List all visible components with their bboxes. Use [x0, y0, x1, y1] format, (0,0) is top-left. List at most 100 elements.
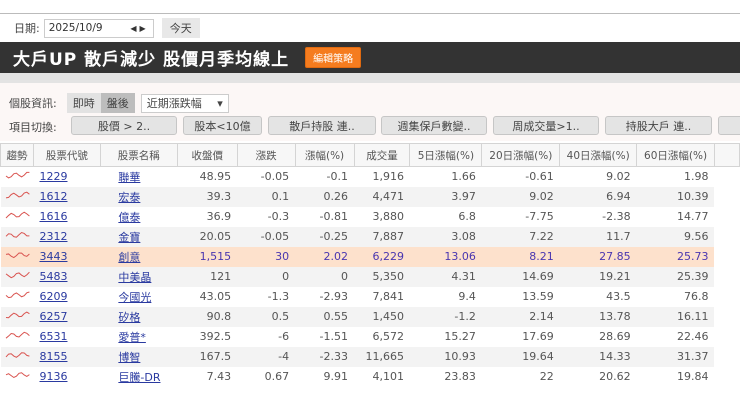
- sparkline-icon: [6, 172, 30, 179]
- table-row[interactable]: 6257 矽格 90.8 0.5 0.55 1,450 -1.2 2.14 13.78 16.11: [0, 306, 740, 327]
- trend-sparkline[interactable]: [0, 266, 34, 287]
- table-row[interactable]: 2312 金寶 20.05 -0.05 -0.25 7,887 3.08 7.22 11.7 9.…: [0, 226, 740, 247]
- trend-sparkline[interactable]: [0, 246, 34, 267]
- table-row[interactable]: 5483 中美晶 121 0 0 5,350 4.31 14.69 19.21 25.39: [0, 266, 740, 287]
- stock-code-link[interactable]: 2312: [39, 230, 67, 243]
- close-price-cell: 43.05: [199, 290, 232, 303]
- stock-code-link[interactable]: 8155: [39, 350, 67, 363]
- stock-code-link[interactable]: 3443: [39, 250, 67, 263]
- stock-code-link[interactable]: 5483: [39, 270, 67, 283]
- trend-sparkline[interactable]: [0, 186, 34, 207]
- change-5d-cell: 10.93: [409, 346, 482, 367]
- volume-cell: 11,665: [354, 346, 410, 367]
- volume-cell: 1,450: [354, 306, 410, 327]
- trend-sparkline[interactable]: [1, 327, 34, 347]
- trend-sparkline[interactable]: [1, 367, 34, 387]
- change-60d-cell: 76.8: [683, 290, 709, 303]
- stock-code-link[interactable]: 6209: [39, 290, 67, 303]
- stock-name-link[interactable]: 聯華: [118, 171, 140, 184]
- filter-button[interactable]: 股價 > 2..: [71, 116, 177, 135]
- sparkline-icon: [6, 311, 31, 319]
- filter-button[interactable]: 持股大戶 連..: [605, 116, 712, 135]
- edit-strategy-button[interactable]: 編輯策略: [305, 47, 362, 68]
- close-price-cell: 39.3: [177, 186, 238, 207]
- trend-sparkline[interactable]: [1, 207, 34, 227]
- trend-sparkline[interactable]: [0, 346, 34, 367]
- filter-button[interactable]: 週集保戶數變..: [381, 116, 487, 135]
- stock-name-link[interactable]: 億泰: [118, 211, 140, 224]
- change-20d-cell: 2.14: [481, 306, 560, 327]
- change-pct-cell: 0.26: [295, 186, 355, 207]
- change-cell: 0.67: [264, 370, 290, 383]
- filter-button[interactable]: 股本<10億: [183, 116, 262, 135]
- change-5d-cell: -1.2: [409, 306, 482, 327]
- column-header[interactable]: 60日漲幅(%): [636, 143, 715, 167]
- table-row[interactable]: 6209 今國光 43.05 -1.3 -2.93 7,841 9.4 13.59 43.5 76…: [1, 286, 740, 307]
- filter-button[interactable]: 散戶持股 連..: [268, 116, 376, 135]
- table-row[interactable]: 1616 億泰 36.9 -0.3 -0.81 3,880 6.8 -7.75 -2.38 14.…: [1, 206, 740, 227]
- change-40d-cell: 13.78: [559, 306, 637, 327]
- filter-button[interactable]: 周成交量>1..: [493, 116, 599, 135]
- column-header[interactable]: 股票名稱: [99, 143, 178, 167]
- change-20d-cell: 7.22: [481, 226, 560, 247]
- table-row[interactable]: 8155 博智 167.5 -4 -2.33 11,665 10.93 19.64 14.33 3…: [0, 346, 740, 367]
- stock-name-link[interactable]: 中美晶: [118, 271, 151, 284]
- column-header[interactable]: 20日漲幅(%): [481, 143, 561, 167]
- sparkline-icon: [6, 372, 31, 379]
- stock-name-link[interactable]: 巨騰-DR: [118, 371, 160, 384]
- close-price-cell: 121: [177, 266, 238, 287]
- change-cell: 0.5: [237, 306, 296, 327]
- stock-code-link[interactable]: 9136: [39, 370, 67, 383]
- stock-code-link[interactable]: 6531: [39, 330, 67, 343]
- period-select[interactable]: 近期漲跌幅 ▾: [140, 93, 229, 113]
- today-button[interactable]: 今天: [161, 18, 200, 38]
- change-5d-cell: 6.8: [458, 210, 476, 223]
- stock-code-link[interactable]: 1616: [39, 210, 67, 223]
- column-header[interactable]: 5日漲幅(%): [409, 143, 483, 167]
- realtime-toggle[interactable]: 即時: [66, 93, 101, 113]
- empty-cell: [714, 326, 740, 347]
- stock-code-link[interactable]: 6257: [39, 310, 67, 323]
- change-20d-cell: 9.02: [481, 186, 560, 207]
- stock-name-link[interactable]: 博智: [118, 351, 140, 364]
- date-input[interactable]: 2025/10/9 ◀▶: [43, 18, 154, 38]
- volume-cell: 1,916: [372, 170, 404, 184]
- change-40d-cell: 43.5: [606, 290, 631, 303]
- column-header[interactable]: 股票代號: [32, 143, 101, 167]
- date-stepper-icon[interactable]: ◀▶: [130, 24, 148, 33]
- stock-name-link[interactable]: 創意: [118, 251, 140, 264]
- trend-sparkline[interactable]: [1, 167, 34, 187]
- volume-cell: 7,887: [354, 226, 410, 247]
- column-header[interactable]: 40日漲幅(%): [559, 143, 638, 167]
- column-header[interactable]: 趨勢: [0, 143, 34, 167]
- stock-code-link[interactable]: 1229: [39, 170, 67, 183]
- column-header[interactable]: 漲幅(%): [294, 143, 355, 167]
- table-row[interactable]: 1612 宏泰 39.3 0.1 0.26 4,471 3.97 9.02 6.94 10.39: [0, 186, 740, 207]
- empty-cell: [714, 306, 740, 327]
- table-row[interactable]: 6531 愛普* 392.5 -6 -1.51 6,572 15.27 17.69 28.69 2…: [1, 326, 740, 347]
- table-row[interactable]: 3443 創意 1,515 30 2.02 6,229 13.06 8.21 27.85 25.7…: [0, 246, 740, 267]
- column-header[interactable]: 漲跌: [236, 143, 296, 167]
- stock-name-link[interactable]: 矽格: [118, 311, 140, 324]
- change-60d-cell: 10.39: [636, 186, 715, 207]
- filter-button[interactable]: [718, 116, 740, 135]
- after-hours-toggle[interactable]: 盤後: [100, 93, 135, 113]
- change-40d-cell: 20.62: [599, 370, 631, 383]
- column-header[interactable]: 收盤價: [176, 143, 238, 167]
- trend-sparkline[interactable]: [0, 226, 34, 247]
- empty-cell: [714, 346, 740, 367]
- change-cell: -0.05: [237, 226, 296, 247]
- stock-name-link[interactable]: 金寶: [118, 231, 140, 244]
- stock-name-link[interactable]: 今國光: [118, 291, 151, 304]
- volume-cell: 7,841: [372, 290, 404, 303]
- stock-name-link[interactable]: 宏泰: [118, 191, 140, 204]
- column-header[interactable]: 成交量: [353, 143, 411, 167]
- change-40d-cell: 9.02: [606, 170, 631, 184]
- table-row[interactable]: 1229 聯華 48.95 -0.05 -0.1 1,916 1.66 -0.61 9.02 1.…: [1, 166, 740, 187]
- stock-name-link[interactable]: 愛普*: [118, 331, 146, 344]
- table-row[interactable]: 9136 巨騰-DR 7.43 0.67 9.91 4,101 23.83 22 20.62 19…: [1, 366, 740, 387]
- change-5d-cell: 3.08: [409, 226, 482, 247]
- trend-sparkline[interactable]: [1, 287, 34, 307]
- stock-code-link[interactable]: 1612: [39, 190, 67, 203]
- trend-sparkline[interactable]: [0, 306, 34, 327]
